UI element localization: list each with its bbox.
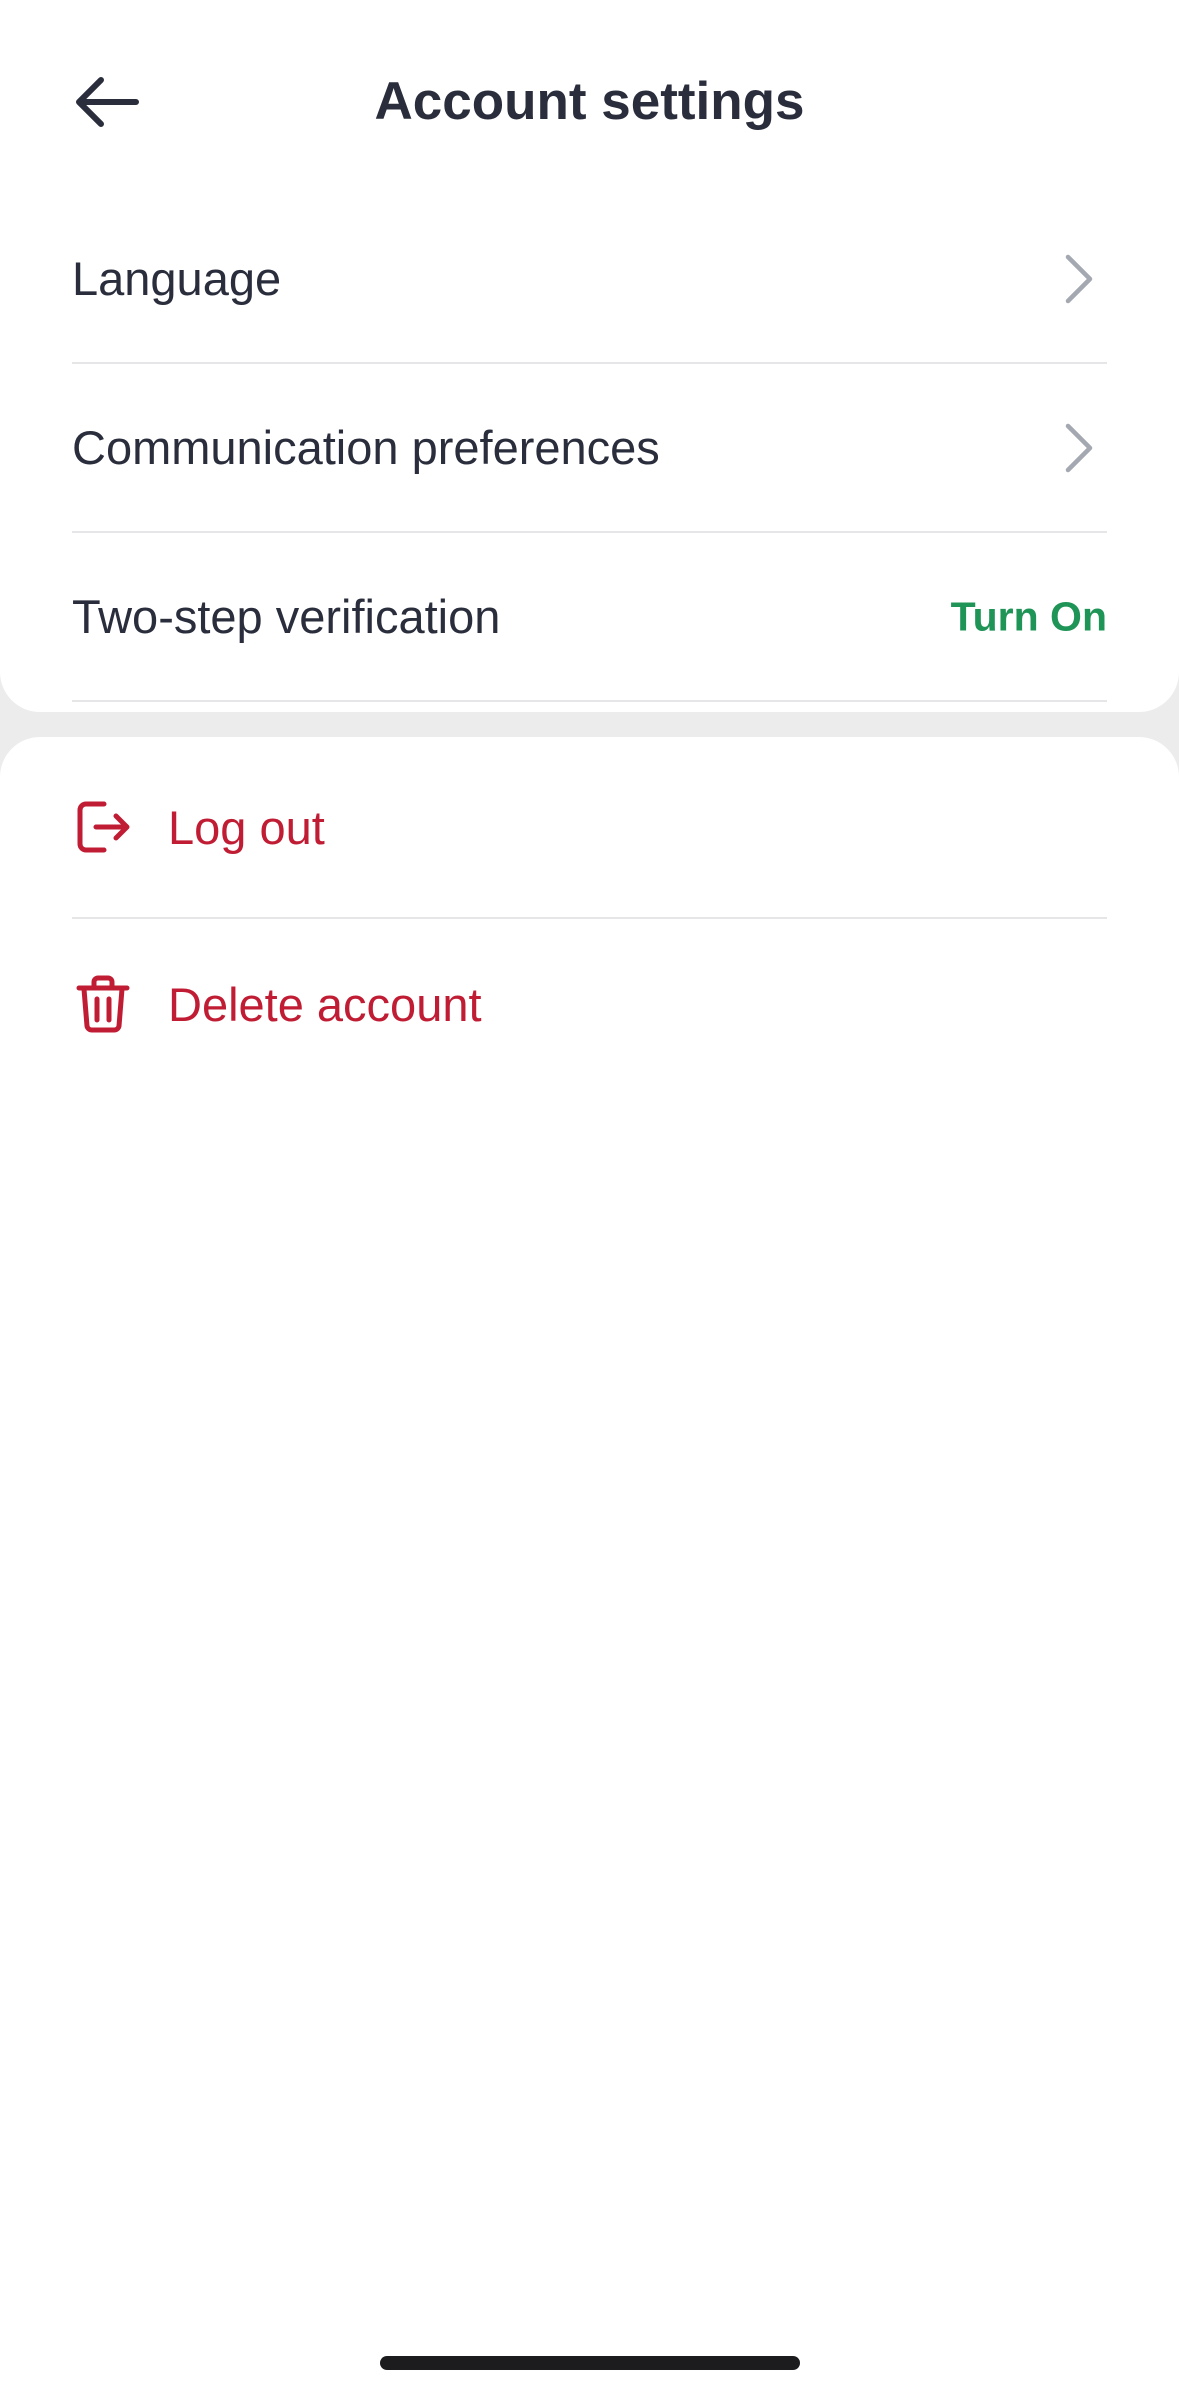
chevron-right-icon xyxy=(1059,249,1099,309)
settings-card: Account settings Language Communication … xyxy=(0,0,1179,712)
account-actions-card: Log out Delete account xyxy=(0,737,1179,2396)
header: Account settings xyxy=(0,0,1179,205)
account-actions-list: Log out Delete account xyxy=(72,737,1107,1089)
settings-item-communication-preferences[interactable]: Communication preferences xyxy=(72,364,1107,533)
settings-item-label: Language xyxy=(72,252,282,305)
turn-on-button[interactable]: Turn On xyxy=(951,593,1107,640)
chevron-right-icon xyxy=(1059,418,1099,478)
page-title: Account settings xyxy=(374,72,805,131)
log-out-button[interactable]: Log out xyxy=(72,737,1107,919)
delete-account-button[interactable]: Delete account xyxy=(72,919,1107,1089)
log-out-label: Log out xyxy=(168,800,325,854)
settings-item-two-step-verification: Two-step verification Turn On xyxy=(72,533,1107,702)
home-indicator xyxy=(380,2356,800,2370)
account-settings-screen: Account settings Language Communication … xyxy=(0,0,1179,2396)
log-out-icon xyxy=(72,796,134,858)
delete-account-label: Delete account xyxy=(168,977,482,1031)
settings-list: Language Communication preferences Two-s… xyxy=(72,195,1107,702)
settings-item-language[interactable]: Language xyxy=(72,195,1107,364)
settings-item-label: Two-step verification xyxy=(72,590,501,643)
trash-icon xyxy=(72,973,134,1035)
settings-item-label: Communication preferences xyxy=(72,421,660,474)
